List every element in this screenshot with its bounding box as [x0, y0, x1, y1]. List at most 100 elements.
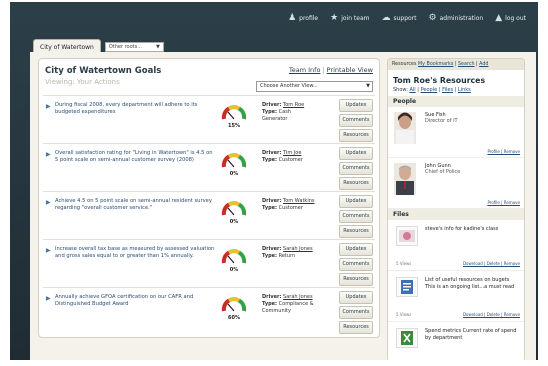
driver-line: Driver: Tom Watkins: [262, 198, 316, 205]
comments-button[interactable]: Comments: [339, 210, 373, 223]
comments-button[interactable]: Comments: [339, 258, 373, 271]
expand-arrow-icon[interactable]: ▶: [46, 295, 51, 302]
person-links[interactable]: Profile | Remove: [487, 149, 520, 154]
type-value: Customer: [278, 205, 303, 211]
resources-button[interactable]: Resources: [339, 129, 373, 142]
people-heading: People: [388, 96, 524, 107]
expand-arrow-icon[interactable]: ▶: [46, 103, 51, 110]
expand-arrow-icon[interactable]: ▶: [46, 199, 51, 206]
type-label: Type:: [262, 253, 278, 259]
goal-row: ▶ Overall satisfaction rating for "Living…: [43, 143, 375, 190]
person-role: Chief of Police: [425, 169, 461, 175]
goal-row: ▶ During fiscal 2008, every department wi…: [43, 95, 375, 142]
gauge-percent: 0%: [229, 219, 239, 225]
person-links[interactable]: Profile | Remove: [487, 200, 520, 205]
spreadsheet-file-icon: [396, 328, 418, 348]
file-title[interactable]: steve's info for kadine's class: [425, 226, 517, 233]
type-value: Return: [278, 253, 296, 259]
file-title[interactable]: Spend metrics Current rate of spend by d…: [425, 328, 517, 341]
printable-view-link[interactable]: Printable View: [327, 66, 373, 74]
driver-link[interactable]: Tom Roe: [283, 102, 304, 108]
type-line: Type: Cash Generator: [262, 109, 316, 123]
driver-label: Driver:: [262, 102, 282, 108]
driver-link[interactable]: Sarah Jones: [283, 246, 313, 252]
type-line: Type: Customer: [262, 157, 316, 164]
gauge-percent: 60%: [228, 315, 240, 321]
resources-button[interactable]: Resources: [339, 177, 373, 190]
file-links[interactable]: Download | Delete | Remove: [463, 261, 520, 266]
type-value: Customer: [278, 157, 303, 163]
nav-profile[interactable]: ♟ profile: [288, 13, 318, 23]
comments-button[interactable]: Comments: [339, 306, 373, 319]
team-info-link[interactable]: Team Info: [289, 66, 321, 74]
nav-log-out[interactable]: ▲ log out: [495, 13, 526, 23]
goals-viewing-label: Viewing: Your Actions: [45, 78, 120, 86]
driver-link[interactable]: Tim Joe: [283, 150, 301, 156]
choose-view-select[interactable]: Choose Another View... ▼: [256, 81, 373, 92]
add-tab[interactable]: Add: [479, 62, 488, 67]
expand-arrow-icon[interactable]: ▶: [46, 247, 51, 254]
filter-all[interactable]: All: [410, 87, 416, 93]
chevron-down-icon: ▼: [366, 83, 370, 89]
gauge-icon: [221, 153, 247, 168]
goal-actions: Updates Comments Resources: [339, 147, 373, 190]
driver-line: Driver: Tom Roe: [262, 102, 316, 109]
comments-button[interactable]: Comments: [339, 114, 373, 127]
file-views: 5 Views: [396, 312, 412, 317]
file-links[interactable]: Download | Delete | Remove: [463, 312, 520, 317]
resources-filter: Show: All | People | Files | Links: [393, 87, 471, 93]
goal-text[interactable]: Annually achieve GFOA certification on o…: [55, 294, 215, 308]
nav-support[interactable]: ☁ support: [381, 13, 416, 23]
resources-button[interactable]: Resources: [339, 321, 373, 334]
nav-join-team[interactable]: ★ join team: [330, 13, 369, 23]
expand-arrow-icon[interactable]: ▶: [46, 151, 51, 158]
updates-button[interactable]: Updates: [339, 243, 373, 256]
driver-line: Driver: Sarah Jones: [262, 294, 316, 301]
chevron-down-icon: ▼: [156, 43, 160, 50]
log-out-icon: ▲: [495, 13, 503, 23]
file-views: 5 Views: [396, 261, 412, 266]
nav-log-out-label: log out: [505, 14, 526, 22]
goal-meta: Driver: Sarah Jones Type: Return: [262, 246, 316, 260]
goal-row: ▶ Increase overall tax base as measured b…: [43, 239, 375, 286]
updates-button[interactable]: Updates: [339, 195, 373, 208]
avatar: [394, 112, 416, 144]
document-file-icon: [396, 277, 418, 297]
other-roots-value: Other roots...: [108, 43, 143, 50]
driver-label: Driver:: [262, 294, 282, 300]
updates-button[interactable]: Updates: [339, 99, 373, 112]
gauge-icon: [221, 249, 247, 264]
image-file-icon: [396, 226, 418, 246]
updates-button[interactable]: Updates: [339, 291, 373, 304]
updates-button[interactable]: Updates: [339, 147, 373, 160]
gauge: 60%: [221, 292, 247, 326]
goal-text[interactable]: During fiscal 2008, every department wil…: [55, 102, 215, 116]
gauge-icon: [221, 297, 247, 312]
goal-text[interactable]: Achieve 4.5 on 5 point scale on semi-ann…: [55, 198, 215, 212]
driver-line: Driver: Tim Joe: [262, 150, 316, 157]
resources-button[interactable]: Resources: [339, 225, 373, 238]
goal-meta: Driver: Tom Watkins Type: Customer: [262, 198, 316, 212]
file-title[interactable]: List of useful resources on bugets This …: [425, 277, 517, 290]
type-line: Type: Customer: [262, 205, 316, 212]
filter-people[interactable]: People: [421, 87, 438, 93]
nav-administration[interactable]: ⚙ administration: [429, 13, 484, 23]
goal-text[interactable]: Increase overall tax base as measured by…: [55, 246, 215, 260]
my-bookmarks-tab[interactable]: My Bookmarks: [418, 62, 453, 67]
search-tab[interactable]: Search: [458, 62, 474, 67]
support-icon: ☁: [381, 13, 391, 23]
filter-links[interactable]: Links: [458, 87, 471, 93]
resources-tab[interactable]: Resources: [392, 62, 417, 67]
avatar: [394, 163, 416, 195]
driver-link[interactable]: Tom Watkins: [283, 198, 314, 204]
other-roots-select[interactable]: Other roots... ▼: [104, 41, 164, 52]
goal-text[interactable]: Overall satisfaction rating for "Living …: [55, 150, 215, 164]
driver-link[interactable]: Sarah Jones: [283, 294, 313, 300]
filter-files[interactable]: Files: [442, 87, 453, 93]
goal-meta: Driver: Tom Roe Type: Cash Generator: [262, 102, 316, 123]
resources-tabs: Resources My Bookmarks | Search | Add: [388, 59, 524, 70]
choose-view-value: Choose Another View...: [260, 83, 318, 89]
gauge-icon: [221, 201, 247, 216]
resources-button[interactable]: Resources: [339, 273, 373, 286]
comments-button[interactable]: Comments: [339, 162, 373, 175]
